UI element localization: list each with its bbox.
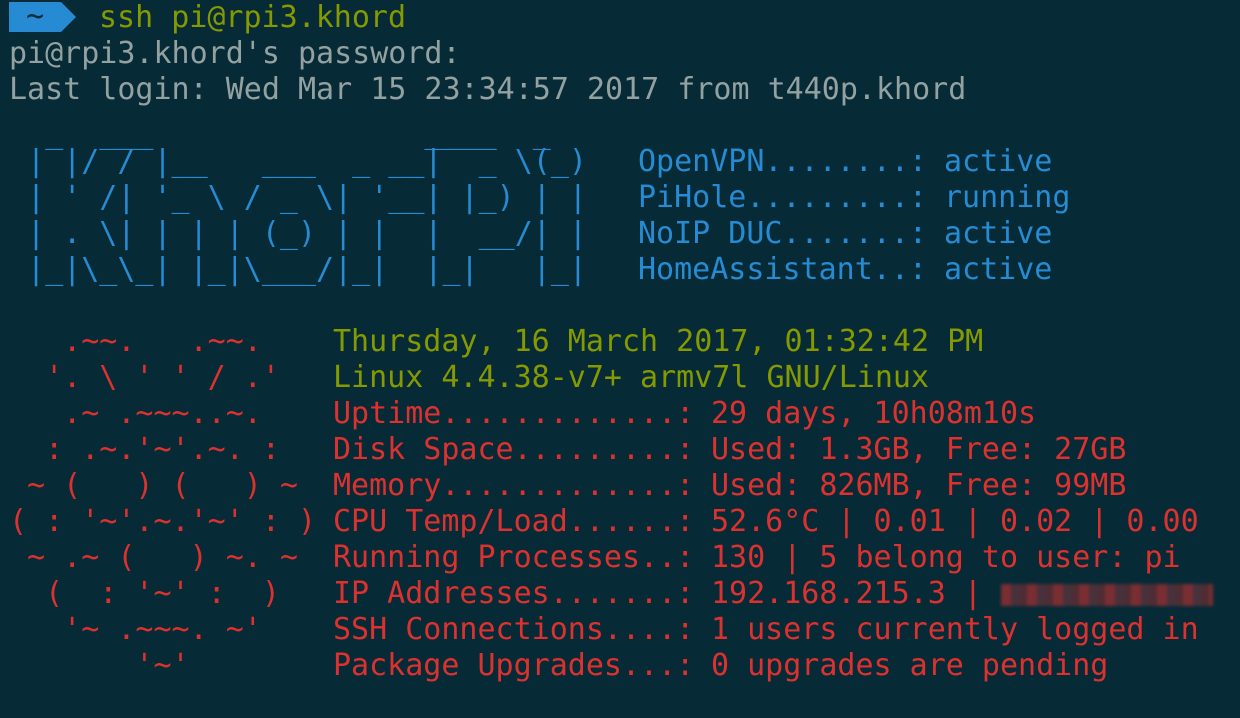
stat-label: Memory.............: bbox=[333, 468, 695, 503]
raspberry-art-line: : .~.'~'.~. : bbox=[9, 432, 280, 467]
stat-row-ssh: SSH Connections....: 1 users currently l… bbox=[333, 612, 1199, 648]
prompt-directory: ~ bbox=[9, 2, 76, 32]
stat-value: 29 days, 10h08m10s bbox=[711, 396, 1037, 431]
stat-label: SSH Connections....: bbox=[333, 612, 695, 647]
stat-value: 192.168.215.3 | bbox=[711, 576, 982, 611]
stat-label: IP Addresses.......: bbox=[333, 576, 695, 611]
banner-art-line: |_|\_\_| |_|\___/|_| |_| |_| bbox=[9, 252, 587, 287]
raspberry-art-line: ~ ( ) ( ) ~ bbox=[9, 468, 298, 503]
service-status: active bbox=[944, 252, 1053, 287]
stat-label: Package Upgrades...: bbox=[333, 648, 695, 683]
raspberry-art-line: .~~. .~~. bbox=[9, 324, 262, 359]
service-status: active bbox=[944, 216, 1053, 251]
password-prompt: pi@rpi3.khord's password: bbox=[9, 36, 461, 71]
raspberry-art-line: ~ .~ ( ) ~. ~ bbox=[9, 540, 298, 575]
terminal-window[interactable]: ~ ssh pi@rpi3.khord pi@rpi3.khord's pass… bbox=[0, 0, 1240, 718]
system-datetime: Thursday, 16 March 2017, 01:32:42 PM bbox=[333, 324, 984, 359]
stat-value: Used: 1.3GB, Free: 27GB bbox=[711, 432, 1127, 467]
raspberry-art-line: ( : '~'.~.'~' : ) bbox=[9, 504, 317, 539]
service-row: HomeAssistant..: active bbox=[638, 252, 1052, 288]
stat-value: 0 upgrades are pending bbox=[711, 648, 1109, 683]
raspberry-art-line: ( : '~' : ) bbox=[9, 576, 280, 611]
service-row: OpenVPN........: active bbox=[638, 144, 1052, 180]
stat-value: 52.6°C | 0.01 | 0.02 | 0.00 bbox=[711, 504, 1199, 539]
stat-row-uptime: Uptime.............: 29 days, 10h08m10s bbox=[333, 396, 1036, 432]
service-status: running bbox=[944, 180, 1071, 215]
last-login: Last login: Wed Mar 15 23:34:57 2017 fro… bbox=[9, 72, 967, 107]
stat-row-cpu: CPU Temp/Load......: 52.6°C | 0.01 | 0.0… bbox=[333, 504, 1199, 540]
banner-art-line: | ' /| '_ \ / _ \| '__| |_) | | bbox=[9, 180, 587, 215]
service-name: HomeAssistant..: bbox=[638, 252, 927, 287]
raspberry-art-line: .~ .~~~..~. bbox=[9, 396, 262, 431]
stat-label: CPU Temp/Load......: bbox=[333, 504, 695, 539]
raspberry-art-line: '~' bbox=[9, 648, 190, 683]
stat-row-disk: Disk Space.........: Used: 1.3GB, Free: … bbox=[333, 432, 1126, 468]
raspberry-art-line: '~ .~~~. ~' bbox=[9, 612, 262, 647]
stat-row-processes: Running Processes..: 130 | 5 belong to u… bbox=[333, 540, 1181, 576]
banner-art-line: | |/ / |__ ___ _ __| _ \(_) bbox=[9, 144, 587, 179]
stat-row-upgrades: Package Upgrades...: 0 upgrades are pend… bbox=[333, 648, 1108, 684]
service-row: NoIP DUC.......: active bbox=[638, 216, 1052, 252]
raspberry-art-line: '. \ ' ' / .' bbox=[9, 360, 280, 395]
stat-value: Used: 826MB, Free: 99MB bbox=[711, 468, 1127, 503]
service-status: active bbox=[944, 144, 1053, 179]
redacted-ip-blur bbox=[1001, 584, 1213, 606]
service-name: PiHole.........: bbox=[638, 180, 927, 215]
prompt-command: ssh pi@rpi3.khord bbox=[99, 0, 407, 35]
stat-label: Uptime.............: bbox=[333, 396, 695, 431]
banner-art-line: | . \| | | | (_) | | | __/| | bbox=[9, 216, 587, 251]
stat-value: 1 users currently logged in bbox=[711, 612, 1199, 647]
service-name: OpenVPN........: bbox=[638, 144, 927, 179]
stat-value: 130 | 5 belong to user: pi bbox=[711, 540, 1181, 575]
system-kernel: Linux 4.4.38-v7+ armv7l GNU/Linux bbox=[333, 360, 930, 395]
service-name: NoIP DUC.......: bbox=[638, 216, 927, 251]
stat-label: Running Processes..: bbox=[333, 540, 695, 575]
service-row: PiHole.........: running bbox=[638, 180, 1070, 216]
stat-row-memory: Memory.............: Used: 826MB, Free: … bbox=[333, 468, 1126, 504]
stat-label: Disk Space.........: bbox=[333, 432, 695, 467]
prompt-line: ~ ssh pi@rpi3.khord bbox=[0, 0, 406, 36]
stat-row-ip: IP Addresses.......: 192.168.215.3 | bbox=[333, 576, 1213, 612]
